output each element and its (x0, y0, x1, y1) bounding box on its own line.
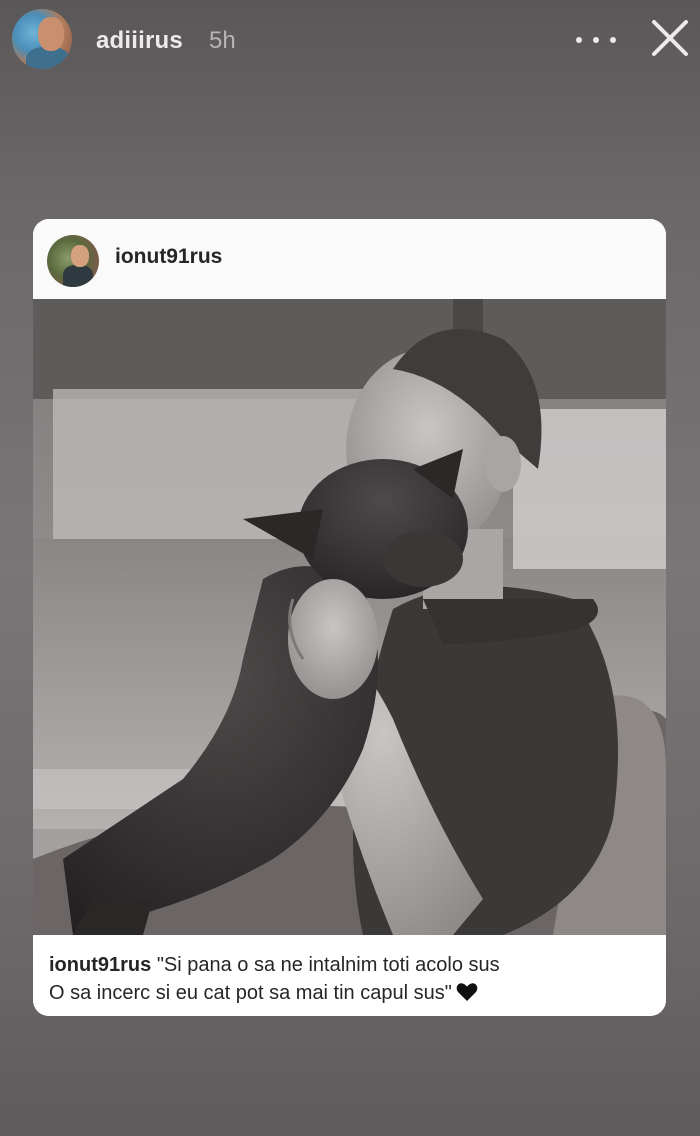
story-avatar[interactable] (12, 9, 72, 69)
more-options-icon[interactable] (576, 24, 616, 56)
post-header: ionut91rus (33, 219, 666, 299)
caption-text-line-2: O sa incerc si eu cat pot sa mai tin cap… (49, 982, 452, 1004)
post-username[interactable]: ionut91rus (115, 245, 222, 269)
caption-username[interactable]: ionut91rus (49, 954, 151, 976)
post-avatar-face (71, 245, 89, 267)
post-avatar[interactable] (47, 235, 99, 287)
black-heart-icon (456, 982, 478, 1002)
close-icon[interactable] (648, 16, 692, 60)
avatar-face (38, 17, 64, 51)
caption-line-2: O sa incerc si eu cat pot sa mai tin cap… (49, 979, 650, 1007)
story-username[interactable]: adiiirus (96, 27, 183, 55)
shared-post-card[interactable]: ionut91rus ionut91rus "Si pana o sa ne i… (33, 219, 666, 1016)
post-caption: ionut91rus "Si pana o sa ne intalnim tot… (33, 935, 666, 1016)
story-time: 5h (209, 27, 236, 54)
caption-text-line-1: "Si pana o sa ne intalnim toti acolo sus (156, 954, 500, 976)
post-avatar-body (63, 265, 93, 287)
caption-line-1: ionut91rus "Si pana o sa ne intalnim tot… (49, 951, 650, 979)
post-photo (33, 299, 666, 935)
story-header: adiiirus 5h (0, 0, 700, 80)
